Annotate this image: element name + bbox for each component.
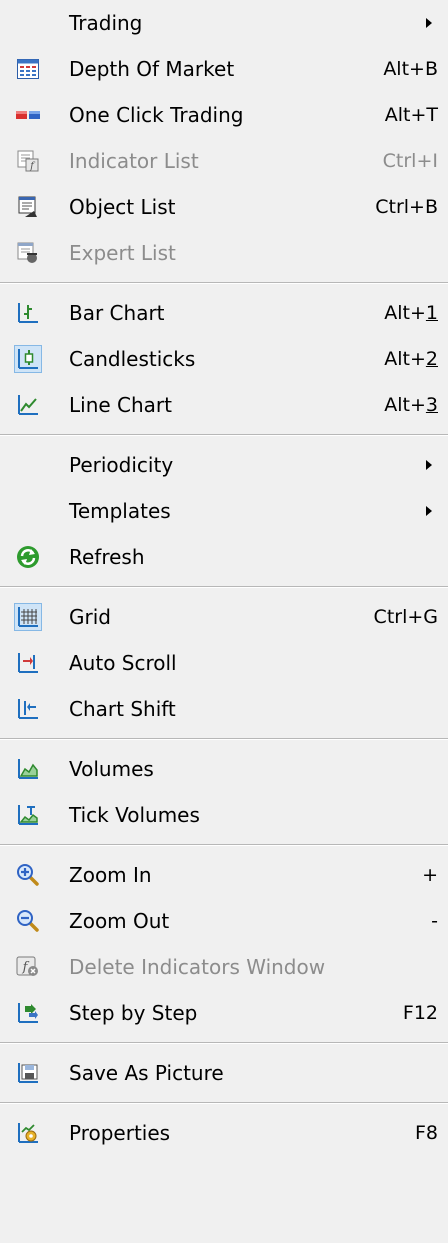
auto-scroll-icon	[14, 649, 42, 677]
menu-item-label: Expert List	[69, 241, 176, 265]
menu-item-label: Periodicity	[69, 453, 174, 477]
menu-item-line-chart[interactable]: Line Chart Alt+3	[0, 382, 448, 428]
grid-icon	[14, 603, 42, 631]
menu-item-volumes[interactable]: Volumes	[0, 746, 448, 792]
menu-item-chart-shift[interactable]: Chart Shift	[0, 686, 448, 732]
menu-item-step-by-step[interactable]: Step by Step F12	[0, 990, 448, 1036]
menu-separator	[0, 838, 448, 852]
bar-chart-icon	[14, 299, 42, 327]
submenu-arrow-icon	[426, 18, 432, 28]
zoom-out-icon	[14, 907, 42, 935]
menu-item-expert-list: Expert List	[0, 230, 448, 276]
menu-item-object-list[interactable]: Object List Ctrl+B	[0, 184, 448, 230]
save-as-picture-icon	[14, 1059, 42, 1087]
menu-item-label: Save As Picture	[69, 1061, 224, 1085]
shortcut-text: Ctrl+I	[382, 150, 438, 172]
menu-item-properties[interactable]: Properties F8	[0, 1110, 448, 1156]
menu-item-label: Grid	[69, 605, 111, 629]
menu-item-indicator-list: f Indicator List Ctrl+I	[0, 138, 448, 184]
candlesticks-icon	[14, 345, 42, 373]
menu-separator	[0, 580, 448, 594]
menu-separator	[0, 1036, 448, 1050]
refresh-icon	[14, 543, 42, 571]
menu-item-label: Candlesticks	[69, 347, 196, 371]
menu-item-label: Auto Scroll	[69, 651, 177, 675]
zoom-in-icon	[14, 861, 42, 889]
menu-item-label: Indicator List	[69, 149, 199, 173]
menu-item-label: Step by Step	[69, 1001, 198, 1025]
chart-context-menu: Trading Depth Of Market Alt+B One Click …	[0, 0, 448, 1243]
menu-item-zoom-out[interactable]: Zoom Out -	[0, 898, 448, 944]
menu-item-one-click-trading[interactable]: One Click Trading Alt+T	[0, 92, 448, 138]
line-chart-icon	[14, 391, 42, 419]
menu-separator	[0, 732, 448, 746]
menu-item-label: Line Chart	[69, 393, 172, 417]
menu-item-label: Trading	[69, 11, 143, 35]
menu-item-label: Delete Indicators Window	[69, 955, 326, 979]
menu-item-candlesticks[interactable]: Candlesticks Alt+2	[0, 336, 448, 382]
properties-icon	[14, 1119, 42, 1147]
menu-item-delete-indicators-window: f Delete Indicators Window	[0, 944, 448, 990]
menu-item-save-as-picture[interactable]: Save As Picture	[0, 1050, 448, 1096]
object-list-icon	[14, 193, 42, 221]
shortcut-text: Alt+3	[384, 394, 438, 416]
shortcut-text: +	[422, 864, 438, 886]
menu-item-bar-chart[interactable]: Bar Chart Alt+1	[0, 290, 448, 336]
menu-item-label: Chart Shift	[69, 697, 176, 721]
shortcut-text: -	[431, 910, 438, 932]
submenu-arrow-icon	[426, 506, 432, 516]
step-by-step-icon	[14, 999, 42, 1027]
shortcut-text: Ctrl+G	[373, 606, 438, 628]
shortcut-text: Alt+2	[384, 348, 438, 370]
menu-item-label: Bar Chart	[69, 301, 165, 325]
menu-item-refresh[interactable]: Refresh	[0, 534, 448, 580]
depth-of-market-icon	[14, 55, 42, 83]
menu-item-grid[interactable]: Grid Ctrl+G	[0, 594, 448, 640]
submenu-arrow-icon	[426, 460, 432, 470]
chart-shift-icon	[14, 695, 42, 723]
menu-separator	[0, 1096, 448, 1110]
shortcut-text: Ctrl+B	[375, 196, 438, 218]
menu-item-label: Depth Of Market	[69, 57, 235, 81]
menu-item-tick-volumes[interactable]: Tick Volumes	[0, 792, 448, 838]
menu-separator	[0, 276, 448, 290]
menu-item-label: Tick Volumes	[69, 803, 200, 827]
menu-item-label: Volumes	[69, 757, 154, 781]
shortcut-text: Alt+T	[384, 104, 438, 126]
menu-separator	[0, 428, 448, 442]
menu-item-label: Zoom In	[69, 863, 152, 887]
shortcut-text: Alt+B	[383, 58, 438, 80]
one-click-trading-icon	[14, 101, 42, 129]
menu-item-label: Properties	[69, 1121, 171, 1145]
shortcut-text: Alt+1	[384, 302, 438, 324]
delete-indicators-window-icon: f	[14, 953, 42, 981]
indicator-list-icon: f	[14, 147, 42, 175]
menu-item-auto-scroll[interactable]: Auto Scroll	[0, 640, 448, 686]
menu-item-label: Object List	[69, 195, 176, 219]
menu-item-label: Templates	[69, 499, 171, 523]
menu-item-label: Refresh	[69, 545, 145, 569]
volumes-icon	[14, 755, 42, 783]
shortcut-text: F12	[402, 1002, 438, 1024]
menu-item-label: One Click Trading	[69, 103, 244, 127]
menu-item-templates[interactable]: Templates	[0, 488, 448, 534]
shortcut-text: F8	[414, 1122, 438, 1144]
expert-list-icon	[14, 239, 42, 267]
menu-item-depth-of-market[interactable]: Depth Of Market Alt+B	[0, 46, 448, 92]
tick-volumes-icon	[14, 801, 42, 829]
menu-item-zoom-in[interactable]: Zoom In +	[0, 852, 448, 898]
menu-item-label: Zoom Out	[69, 909, 170, 933]
menu-item-trading[interactable]: Trading	[0, 0, 448, 46]
menu-item-periodicity[interactable]: Periodicity	[0, 442, 448, 488]
